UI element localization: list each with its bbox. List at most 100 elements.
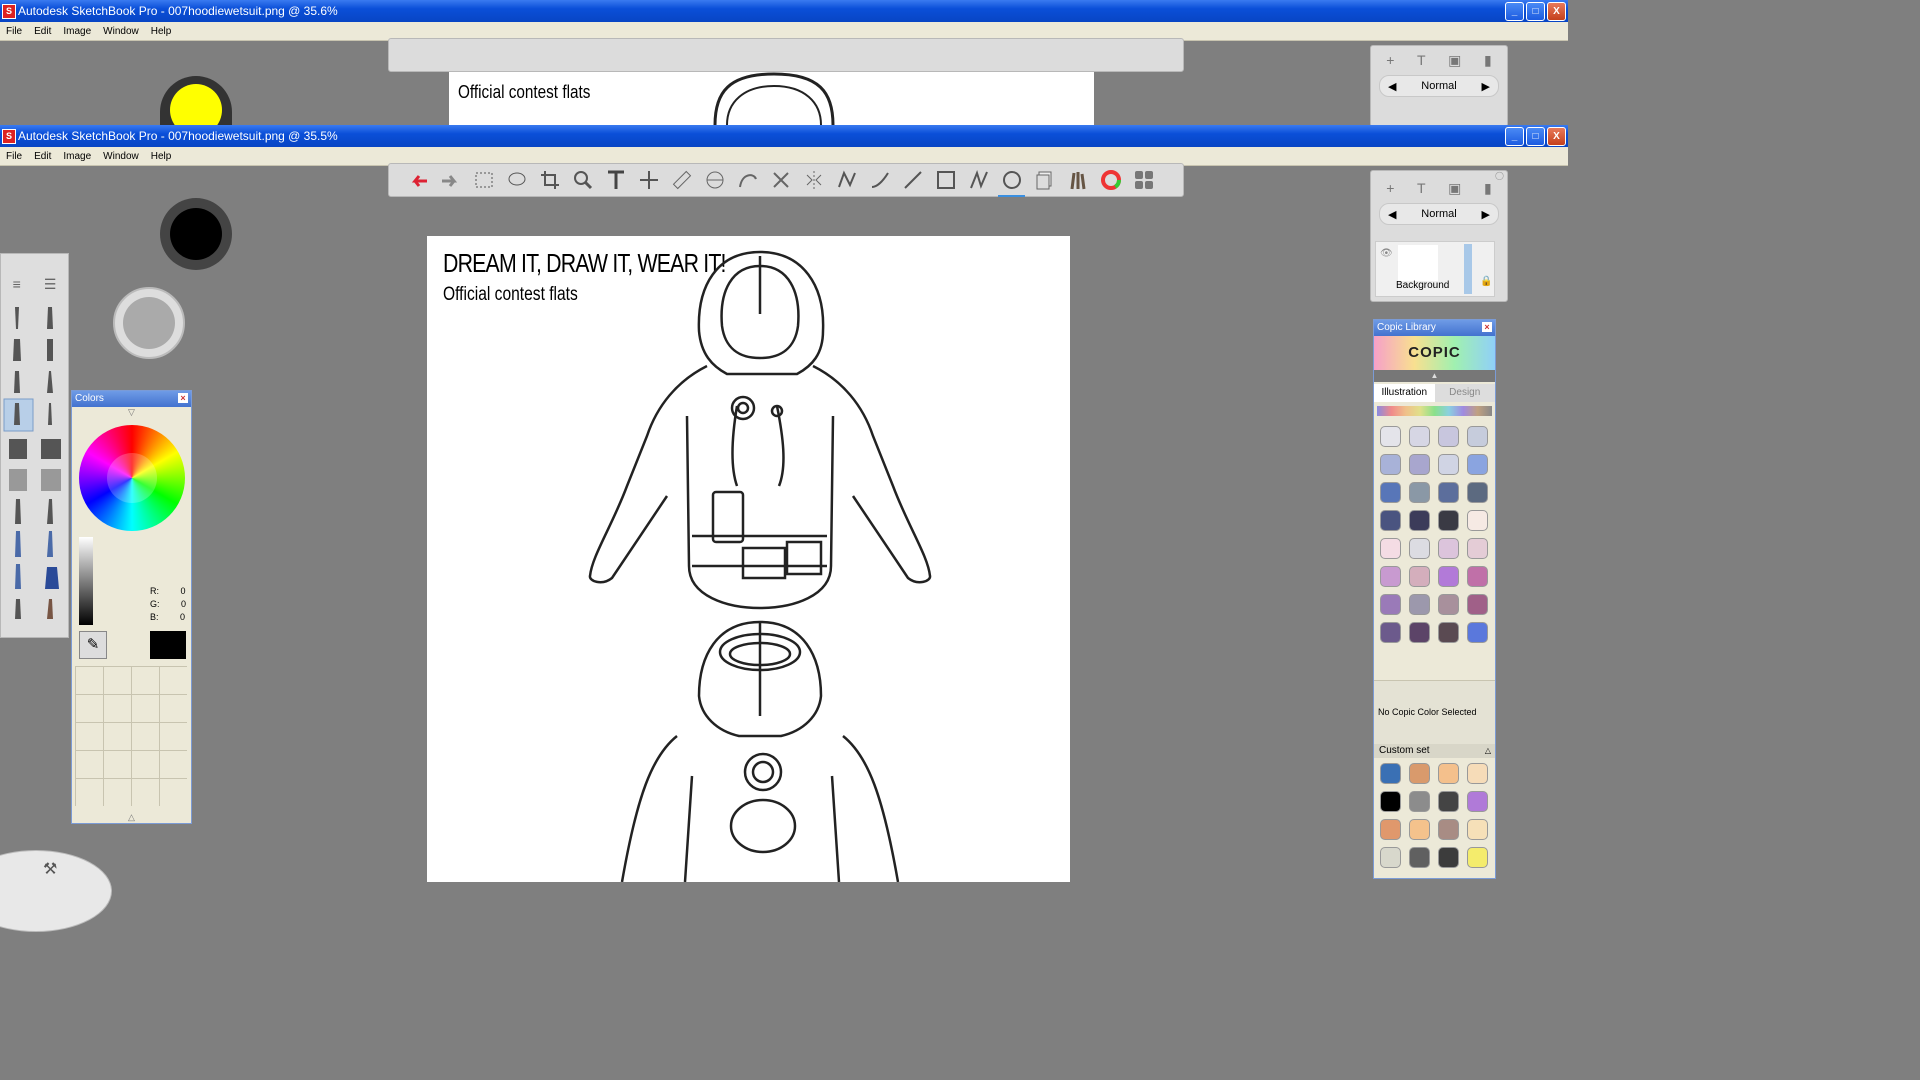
menu-window[interactable]: Window: [97, 26, 145, 37]
custom-swatch[interactable]: [1380, 819, 1401, 840]
copic-swatch[interactable]: [1438, 482, 1459, 503]
copic-swatch[interactable]: [1438, 594, 1459, 615]
ellipse-guide-icon[interactable]: [698, 166, 731, 194]
menu-edit[interactable]: Edit: [28, 26, 57, 37]
copic-swatch[interactable]: [1380, 566, 1401, 587]
undo-icon[interactable]: [401, 166, 434, 194]
symmetry-x-icon[interactable]: [764, 166, 797, 194]
copic-swatch[interactable]: [1438, 426, 1459, 447]
color-wheel-icon[interactable]: [1094, 166, 1127, 194]
custom-swatch[interactable]: [1438, 763, 1459, 784]
menu-file[interactable]: File: [0, 151, 28, 162]
curve-icon[interactable]: [863, 166, 896, 194]
custom-swatch[interactable]: [1409, 791, 1430, 812]
tools-icon[interactable]: ⚒: [43, 859, 57, 879]
rect-select-icon[interactable]: [467, 166, 500, 194]
custom-swatch[interactable]: [1467, 847, 1488, 868]
minimize-button[interactable]: _: [1505, 2, 1524, 21]
copic-swatch[interactable]: [1467, 426, 1488, 447]
menu-window[interactable]: Window: [97, 151, 145, 162]
custom-swatch[interactable]: [1438, 791, 1459, 812]
copic-titlebar[interactable]: Copic Library ×: [1374, 320, 1495, 336]
copic-swatch[interactable]: [1409, 510, 1430, 531]
r-value[interactable]: 0: [162, 585, 186, 598]
menu-help[interactable]: Help: [145, 151, 178, 162]
copic-swatch[interactable]: [1467, 510, 1488, 531]
copic-swatch[interactable]: [1438, 566, 1459, 587]
expand-icon[interactable]: △: [72, 811, 191, 823]
color-puck[interactable]: [160, 198, 232, 270]
copic-family-strip[interactable]: [1377, 406, 1492, 416]
copic-swatch[interactable]: [1380, 426, 1401, 447]
custom-swatch[interactable]: [1467, 791, 1488, 812]
tab-illustration[interactable]: Illustration: [1374, 384, 1435, 402]
back-color-puck[interactable]: [160, 76, 232, 136]
menu-file[interactable]: File: [0, 26, 28, 37]
custom-swatch[interactable]: [1438, 847, 1459, 868]
b-value[interactable]: 0: [161, 611, 185, 624]
copic-collapse-icon[interactable]: ▲: [1374, 370, 1495, 382]
menu-edit[interactable]: Edit: [28, 151, 57, 162]
brush-list-icon[interactable]: ☰: [44, 276, 57, 293]
custom-set-header[interactable]: Custom set △: [1374, 744, 1495, 758]
custom-swatch[interactable]: [1409, 763, 1430, 784]
move-icon[interactable]: [632, 166, 665, 194]
text-icon[interactable]: [599, 166, 632, 194]
brush-grid[interactable]: [1, 299, 68, 629]
copic-swatch[interactable]: [1467, 538, 1488, 559]
copic-swatch[interactable]: [1467, 594, 1488, 615]
custom-swatch[interactable]: [1467, 819, 1488, 840]
copic-swatch[interactable]: [1467, 622, 1488, 643]
back-canvas[interactable]: Official contest flats: [449, 72, 1094, 125]
copic-swatch[interactable]: [1438, 454, 1459, 475]
chevron-up-icon[interactable]: △: [1485, 744, 1491, 758]
collapse-icon[interactable]: ▽: [72, 407, 191, 419]
blend-mode-selector[interactable]: ◀ Normal ▶: [1379, 203, 1499, 225]
image-layer-icon[interactable]: ▣: [1448, 180, 1461, 197]
copic-swatch[interactable]: [1467, 566, 1488, 587]
ellipse-icon[interactable]: [995, 166, 1028, 197]
custom-swatch[interactable]: [1380, 847, 1401, 868]
copic-swatch[interactable]: [1380, 454, 1401, 475]
copic-swatch[interactable]: [1438, 538, 1459, 559]
lagoon-menu[interactable]: ⚒: [0, 850, 112, 932]
maximize-button[interactable]: □: [1526, 127, 1545, 146]
chevron-left-icon[interactable]: ◀: [1388, 208, 1396, 221]
menu-image[interactable]: Image: [57, 151, 97, 162]
ruler-icon[interactable]: [665, 166, 698, 194]
tab-design[interactable]: Design: [1434, 384, 1495, 402]
chevron-right-icon[interactable]: ▶: [1482, 208, 1490, 221]
eyedropper-icon[interactable]: ✎: [79, 631, 107, 659]
french-curve-icon[interactable]: [731, 166, 764, 194]
close-icon[interactable]: ×: [178, 393, 188, 403]
text-layer-icon[interactable]: T: [1417, 180, 1426, 197]
pencil-stroke-icon[interactable]: [830, 166, 863, 194]
front-window-titlebar[interactable]: S Autodesk SketchBook Pro - 007hoodiewet…: [0, 125, 1568, 147]
copic-swatch[interactable]: [1409, 426, 1430, 447]
custom-color-grid[interactable]: [75, 666, 187, 806]
copic-icon[interactable]: [1127, 166, 1160, 194]
custom-swatch[interactable]: [1380, 791, 1401, 812]
colors-panel-titlebar[interactable]: Colors ×: [72, 391, 191, 407]
line-icon[interactable]: [896, 166, 929, 194]
copic-swatch[interactable]: [1409, 454, 1430, 475]
close-button[interactable]: X: [1547, 2, 1566, 21]
layer-opacity-slider[interactable]: [1464, 244, 1472, 294]
brush-size-puck[interactable]: [113, 287, 185, 359]
copic-swatch[interactable]: [1409, 482, 1430, 503]
brush-palette-icon[interactable]: [1061, 166, 1094, 194]
copic-swatch[interactable]: [1409, 622, 1430, 643]
copic-swatch[interactable]: [1380, 594, 1401, 615]
copic-swatch[interactable]: [1467, 454, 1488, 475]
crop-icon[interactable]: [533, 166, 566, 194]
custom-swatch[interactable]: [1409, 847, 1430, 868]
layers-icon[interactable]: [1028, 166, 1061, 194]
copic-swatch[interactable]: [1467, 482, 1488, 503]
copic-swatch[interactable]: [1409, 566, 1430, 587]
symmetry-y-icon[interactable]: [797, 166, 830, 194]
rectangle-icon[interactable]: [929, 166, 962, 194]
copic-swatch[interactable]: [1380, 622, 1401, 643]
lock-icon[interactable]: ▮: [1484, 180, 1492, 197]
redo-icon[interactable]: [434, 166, 467, 194]
copic-swatch[interactable]: [1409, 538, 1430, 559]
